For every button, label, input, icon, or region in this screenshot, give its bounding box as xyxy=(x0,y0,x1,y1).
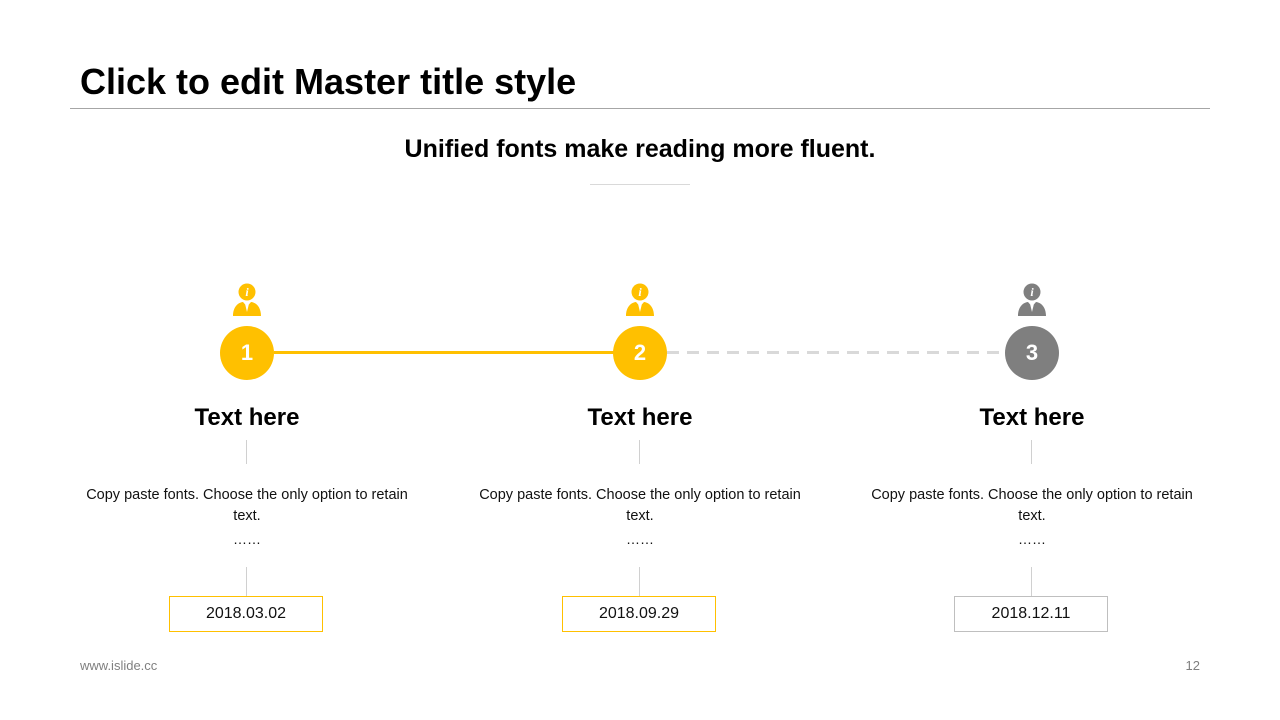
connector-line xyxy=(639,440,640,464)
step-heading: Text here xyxy=(979,404,1085,431)
step-description: Copy paste fonts. Choose the only option… xyxy=(86,487,408,524)
step-date-box: 2018.09.29 xyxy=(562,596,716,632)
info-person-icon: i xyxy=(626,283,654,316)
connector-line xyxy=(1031,567,1032,597)
connector-line xyxy=(246,440,247,464)
step-ellipsis: …… xyxy=(626,531,654,547)
step-description: Copy paste fonts. Choose the only option… xyxy=(479,487,801,524)
connector-line xyxy=(246,567,247,597)
page-number: 12 xyxy=(1185,658,1200,673)
step-ellipsis: …… xyxy=(233,531,261,547)
step-heading: Text here xyxy=(587,404,693,431)
step-date-box: 2018.12.11 xyxy=(954,596,1108,632)
info-person-icon: i xyxy=(1018,283,1046,316)
step-date-box: 2018.03.02 xyxy=(169,596,323,632)
connector-line xyxy=(1031,440,1032,464)
connector-line xyxy=(639,567,640,597)
step-description: Copy paste fonts. Choose the only option… xyxy=(871,487,1193,524)
step-number-badge: 2 xyxy=(613,326,667,380)
step-heading: Text here xyxy=(194,404,300,431)
step-ellipsis: …… xyxy=(1018,531,1046,547)
footer-url: www.islide.cc xyxy=(80,658,158,673)
step-number-badge: 3 xyxy=(1005,326,1059,380)
step-number-badge: 1 xyxy=(220,326,274,380)
info-person-icon: i xyxy=(233,283,261,316)
